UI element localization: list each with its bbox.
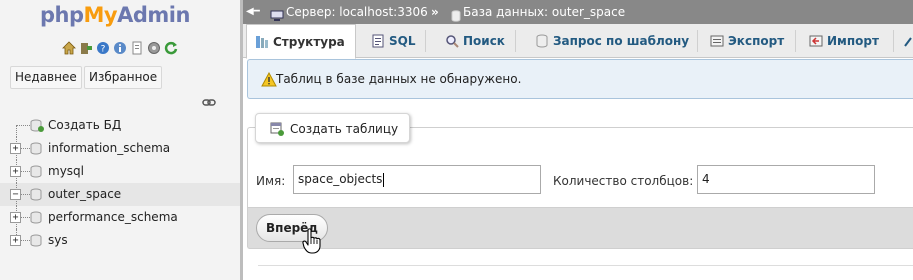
reload-icon[interactable]: [164, 41, 178, 55]
breadcrumb: ◀━ Сервер: localhost:3306 » База данных:…: [243, 0, 913, 24]
structure-icon: [255, 35, 269, 49]
collapse-icon[interactable]: −: [10, 189, 21, 200]
tree-item-performance-schema[interactable]: + performance_schema: [0, 206, 240, 229]
search-icon: [445, 34, 459, 48]
column-count-label: Количество столбцов:: [553, 174, 694, 188]
recent-tables-button[interactable]: Недавнее: [10, 66, 82, 89]
new-table-icon: [270, 122, 284, 136]
tab-bar: Структура SQL Поиск Запрос по шаблону Эк…: [243, 24, 913, 59]
logo-part-my: My: [83, 3, 118, 27]
logo-part-php: php: [40, 3, 84, 27]
tab-structure[interactable]: Структура: [246, 24, 356, 59]
import-icon: [809, 34, 823, 48]
tab-sql[interactable]: SQL: [363, 24, 416, 58]
tab-query[interactable]: Запрос по шаблону: [527, 24, 689, 58]
warning-icon: [261, 71, 277, 87]
tree-item-sys[interactable]: + sys: [0, 229, 240, 252]
tab-import[interactable]: Импорт: [801, 24, 879, 58]
svg-text:?: ?: [101, 45, 106, 55]
notice-text: Таблиц в базе данных не обнаружено.: [276, 72, 522, 86]
query-icon: [535, 34, 549, 48]
database-icon: [451, 6, 461, 22]
table-name-label: Имя:: [256, 174, 286, 188]
tab-label: Импорт: [827, 34, 879, 48]
quick-links: ?: [62, 41, 178, 55]
sql-icon: [371, 34, 385, 48]
collapse-arrow-icon[interactable]: ◀━: [246, 0, 260, 24]
export-icon: [710, 34, 724, 48]
tab-label: Экспорт: [728, 34, 785, 48]
section-divider: [258, 265, 913, 266]
tree-connector: [16, 125, 17, 137]
copy-icon[interactable]: [130, 41, 144, 55]
docs-icon[interactable]: [113, 41, 127, 55]
tab-label: SQL: [389, 34, 416, 48]
tree-item-label[interactable]: information_schema: [48, 137, 170, 160]
tree-item-label[interactable]: mysql: [48, 160, 84, 183]
tab-divider: [697, 30, 698, 52]
text-caret: [383, 172, 385, 187]
tab-divider: [425, 30, 426, 52]
tab-label: Поиск: [463, 34, 505, 48]
phpmyadmin-logo[interactable]: phpMyAdmin: [40, 3, 190, 27]
tree-item-label[interactable]: sys: [48, 229, 68, 252]
column-count-input[interactable]: 4: [697, 165, 875, 194]
tab-divider: [795, 30, 796, 52]
database-icon: [30, 234, 42, 247]
tree-item-mysql[interactable]: + mysql: [0, 160, 240, 183]
expand-icon[interactable]: +: [10, 235, 21, 246]
database-icon: [30, 142, 42, 155]
settings-icon[interactable]: [147, 41, 161, 55]
expand-icon[interactable]: +: [10, 166, 21, 177]
breadcrumb-separator: »: [431, 5, 439, 19]
logo-part-admin: Admin: [117, 3, 190, 27]
favorite-tables-button[interactable]: Избранное: [84, 66, 163, 89]
tree-item-label[interactable]: performance_schema: [48, 206, 178, 229]
logout-icon[interactable]: [79, 41, 93, 55]
breadcrumb-server[interactable]: Сервер: localhost:3306: [286, 0, 428, 24]
new-database-icon: [30, 119, 44, 132]
expand-icon[interactable]: +: [10, 212, 21, 223]
tab-divider: [893, 30, 894, 52]
create-table-footer: [247, 207, 913, 249]
notice-message: Таблиц в базе данных не обнаружено.: [247, 59, 913, 99]
link-icon[interactable]: [202, 97, 216, 107]
tree-item-label[interactable]: Создать БД: [48, 114, 121, 137]
tab-label: Структура: [273, 35, 345, 49]
home-icon[interactable]: [62, 41, 76, 55]
tab-export[interactable]: Экспорт: [702, 24, 784, 58]
navigation-panel: phpMyAdmin ? Недавнее Избранное Создать …: [0, 0, 240, 280]
tab-search[interactable]: Поиск: [437, 24, 505, 58]
tree-item-information-schema[interactable]: + information_schema: [0, 137, 240, 160]
tree-item-create-db[interactable]: Создать БД: [0, 114, 240, 137]
database-icon: [30, 188, 42, 201]
breadcrumb-database[interactable]: База данных: outer_space: [463, 0, 625, 24]
database-icon: [30, 165, 42, 178]
tab-label: Запрос по шаблону: [553, 34, 690, 48]
hand-cursor-icon: [302, 228, 322, 254]
expand-icon[interactable]: +: [10, 143, 21, 154]
table-name-value: space_objects: [298, 172, 383, 186]
table-name-input[interactable]: space_objects: [293, 165, 541, 194]
database-icon: [30, 211, 42, 224]
column-count-value: 4: [702, 172, 710, 186]
tab-divider: [515, 30, 516, 52]
help-icon[interactable]: ?: [96, 41, 110, 55]
tree-item-outer-space[interactable]: − outer_space: [0, 183, 240, 206]
tree-item-label[interactable]: outer_space: [48, 183, 121, 206]
database-tree: Создать БД + information_schema + mysql …: [0, 114, 240, 252]
create-table-title: Создать таблицу: [290, 122, 399, 136]
create-table-legend: Создать таблицу: [255, 113, 410, 143]
server-icon: [270, 6, 284, 21]
more-tabs-icon[interactable]: [903, 34, 913, 48]
